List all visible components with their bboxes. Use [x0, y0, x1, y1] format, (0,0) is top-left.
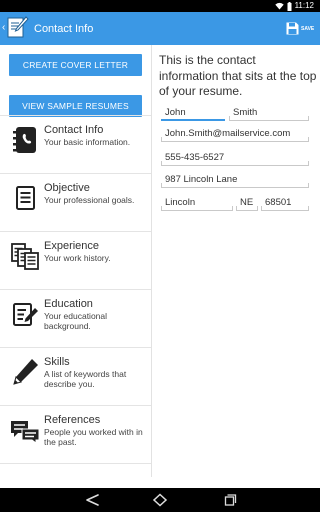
status-time: 11:12: [294, 1, 314, 10]
nav-item-skills[interactable]: Skills A list of keywords that describe …: [0, 347, 151, 406]
action-bar: ‹ Contact Info SAVE: [0, 12, 320, 45]
speech-bubbles-icon: [11, 421, 40, 444]
city-value: Lincoln: [165, 197, 196, 208]
email-value: John.Smith@mailservice.com: [165, 128, 291, 139]
zip-field[interactable]: 68501: [261, 195, 309, 211]
recent-apps-icon[interactable]: [220, 493, 238, 507]
nav-item-label: Contact Info: [44, 124, 104, 136]
status-bar: 11:12: [0, 0, 320, 12]
state-value: NE: [240, 197, 254, 208]
view-sample-resumes-button[interactable]: VIEW SAMPLE RESUMES: [9, 95, 142, 117]
nav-item-description: Your basic information.: [44, 137, 131, 147]
nav-item-references[interactable]: References People you worked with in the…: [0, 405, 151, 464]
zip-value: 68501: [265, 197, 292, 208]
nav-item-description: Your work history.: [44, 253, 111, 263]
nav-item-description: Your professional goals.: [44, 195, 135, 205]
nav-item-contact-info[interactable]: Contact Info Your basic information.: [0, 115, 151, 174]
notepad-pencil-icon: [13, 303, 38, 326]
city-field[interactable]: Lincoln: [161, 195, 233, 211]
first-name-value: John: [165, 107, 186, 118]
section-sidebar: CREATE COVER LETTER VIEW SAMPLE RESUMES …: [0, 45, 152, 477]
phone-value: 555-435-6527: [165, 152, 225, 163]
save-button[interactable]: SAVE: [286, 19, 316, 41]
status-icons: 11:12: [274, 1, 314, 11]
street-value: 987 Lincoln Lane: [165, 174, 238, 185]
nav-item-label: Experience: [44, 240, 100, 252]
nav-item-label: Education: [44, 298, 93, 310]
last-name-field[interactable]: Smith: [229, 105, 309, 121]
page-title: Contact Info: [34, 23, 94, 35]
nav-item-label: Objective: [44, 182, 90, 194]
floppy-disk-icon: [286, 22, 299, 35]
nav-item-objective[interactable]: Objective Your professional goals.: [0, 173, 151, 232]
back-chevron-icon[interactable]: ‹: [2, 22, 5, 34]
system-nav-bar: [0, 488, 320, 512]
address-book-icon: [13, 127, 36, 153]
back-icon[interactable]: [83, 493, 101, 507]
nav-item-label: Skills: [44, 356, 70, 368]
contact-intro-text: This is the contact information that sit…: [159, 53, 317, 98]
nav-item-description: People you worked with in the past.: [44, 427, 143, 447]
nav-item-experience[interactable]: Experience Your work history.: [0, 231, 151, 290]
divider: [0, 463, 151, 464]
documents-icon: [11, 243, 39, 270]
first-name-field[interactable]: John: [161, 105, 225, 121]
wifi-icon: [274, 2, 284, 10]
create-cover-letter-button[interactable]: CREATE COVER LETTER: [9, 54, 142, 76]
home-icon[interactable]: [151, 493, 169, 507]
nav-item-label: References: [44, 414, 101, 426]
email-field[interactable]: John.Smith@mailservice.com: [161, 126, 309, 142]
last-name-value: Smith: [233, 107, 258, 118]
nav-item-education[interactable]: Education Your educational background.: [0, 289, 151, 348]
battery-icon: [287, 1, 292, 11]
document-icon: [16, 186, 35, 210]
state-field[interactable]: NE: [236, 195, 258, 211]
app-notepad-icon[interactable]: [7, 15, 29, 41]
street-field[interactable]: 987 Lincoln Lane: [161, 172, 309, 188]
pencil-icon: [13, 359, 38, 385]
nav-item-description: Your educational background.: [44, 311, 108, 331]
save-label: SAVE: [301, 26, 315, 32]
nav-item-description: A list of keywords that describe you.: [44, 369, 127, 389]
phone-field[interactable]: 555-435-6527: [161, 150, 309, 166]
